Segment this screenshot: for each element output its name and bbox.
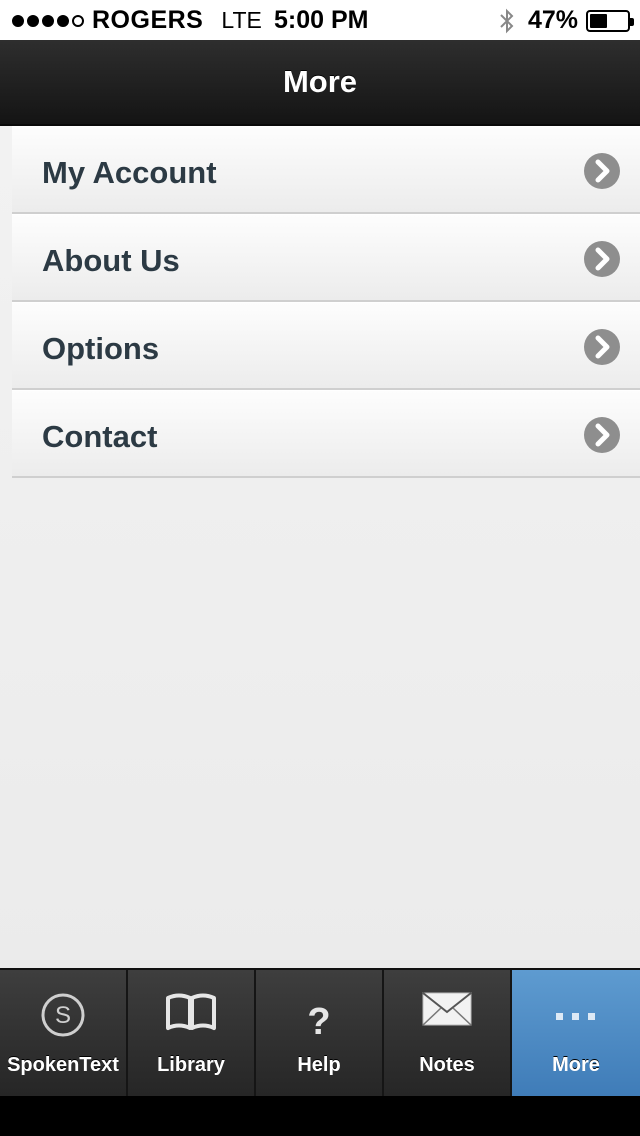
tab-label: More bbox=[552, 1054, 600, 1076]
screen: ROGERS LTE 5:00 PM 47% More My Account A… bbox=[0, 0, 640, 1136]
book-icon bbox=[128, 990, 254, 1040]
status-time: 5:00 PM bbox=[274, 6, 369, 34]
battery-fill bbox=[590, 13, 607, 28]
menu-item-label: My Account bbox=[42, 155, 217, 190]
status-right: 47% bbox=[498, 6, 634, 35]
status-bar: ROGERS LTE 5:00 PM 47% bbox=[0, 0, 640, 40]
tab-label: Help bbox=[297, 1054, 341, 1076]
menu-item-label: Contact bbox=[42, 419, 158, 454]
status-left: ROGERS LTE bbox=[12, 6, 262, 35]
signal-strength-icon bbox=[12, 14, 84, 27]
spokentext-s-icon: S bbox=[0, 990, 126, 1040]
tab-notes[interactable]: Notes bbox=[384, 970, 512, 1096]
menu-item-my-account[interactable]: My Account bbox=[12, 126, 640, 214]
tab-label: Notes bbox=[419, 1054, 475, 1076]
chevron-right-icon bbox=[584, 241, 620, 277]
menu-list: My Account About Us Options Contact bbox=[12, 126, 640, 478]
question-mark-icon: ? bbox=[256, 990, 382, 1040]
content-area: My Account About Us Options Contact bbox=[0, 126, 640, 968]
ellipsis-icon bbox=[512, 990, 640, 1040]
tab-label: SpokenText bbox=[7, 1054, 119, 1076]
page-title: More bbox=[282, 64, 358, 99]
chevron-right-icon bbox=[584, 329, 620, 365]
tab-label: Library bbox=[157, 1054, 225, 1076]
chevron-right-icon bbox=[584, 417, 620, 453]
envelope-icon bbox=[384, 990, 510, 1040]
battery-percent: 47% bbox=[527, 6, 578, 34]
tab-bar: S SpokenText Library ? Help Notes More bbox=[0, 968, 640, 1096]
tab-help[interactable]: ? Help bbox=[256, 970, 384, 1096]
tab-more[interactable]: More bbox=[512, 970, 640, 1096]
menu-item-label: About Us bbox=[42, 243, 180, 278]
carrier-name: ROGERS bbox=[92, 6, 204, 34]
navigation-bar: More bbox=[0, 40, 640, 126]
bluetooth-icon bbox=[500, 8, 514, 33]
bottom-bar bbox=[0, 1096, 640, 1136]
menu-item-options[interactable]: Options bbox=[12, 302, 640, 390]
svg-text:S: S bbox=[55, 1002, 71, 1029]
chevron-right-icon bbox=[584, 153, 620, 189]
tab-spokentext[interactable]: S SpokenText bbox=[0, 970, 128, 1096]
battery-icon bbox=[586, 9, 634, 32]
network-type: LTE bbox=[221, 7, 262, 33]
tab-library[interactable]: Library bbox=[128, 970, 256, 1096]
menu-item-contact[interactable]: Contact bbox=[12, 390, 640, 478]
svg-text:?: ? bbox=[307, 1001, 330, 1040]
menu-item-about-us[interactable]: About Us bbox=[12, 214, 640, 302]
menu-item-label: Options bbox=[42, 331, 160, 366]
